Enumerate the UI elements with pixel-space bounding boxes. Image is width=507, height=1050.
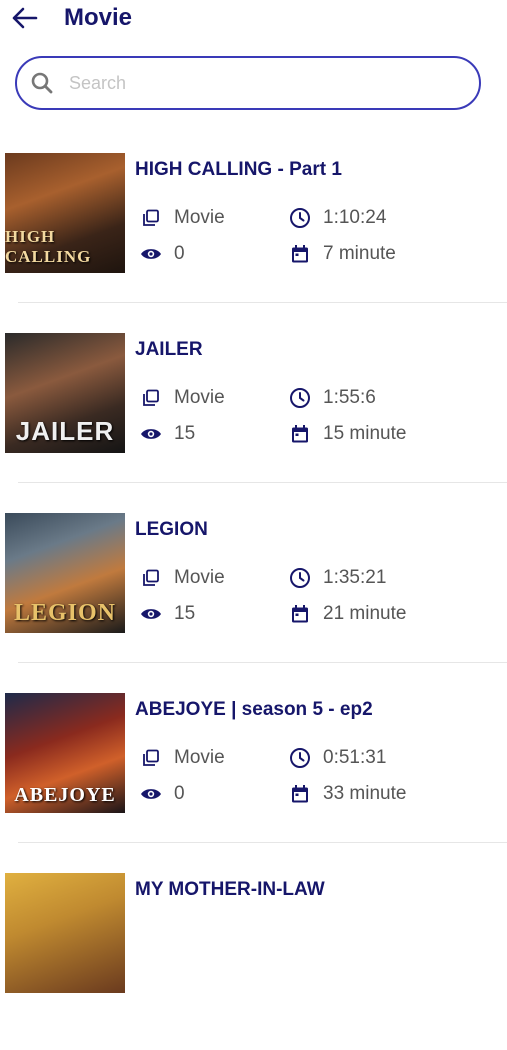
movie-duration: 1:10:24 bbox=[289, 207, 386, 229]
list-item[interactable]: HIGH CALLING HIGH CALLING - Part 1 Movie… bbox=[0, 150, 507, 330]
movie-duration: 1:35:21 bbox=[289, 567, 386, 589]
clock-icon bbox=[289, 207, 311, 229]
movie-date-label: 7 minute bbox=[323, 243, 396, 264]
poster-title: LEGION bbox=[13, 600, 117, 626]
arrow-left-icon bbox=[12, 7, 38, 29]
movie-poster: ABEJOYE bbox=[5, 693, 125, 813]
library-icon bbox=[140, 567, 162, 589]
search-icon bbox=[29, 70, 55, 96]
movie-title: HIGH CALLING - Part 1 bbox=[135, 159, 342, 180]
calendar-icon bbox=[289, 243, 311, 265]
divider bbox=[18, 302, 507, 303]
eye-icon bbox=[140, 603, 162, 625]
movie-views-label: 0 bbox=[174, 783, 185, 804]
movie-type: Movie bbox=[140, 207, 225, 229]
movie-duration-label: 0:51:31 bbox=[323, 747, 387, 768]
movie-type: Movie bbox=[140, 387, 225, 409]
movie-date-label: 33 minute bbox=[323, 783, 407, 804]
movie-poster: HIGH CALLING bbox=[5, 153, 125, 273]
search-bar[interactable] bbox=[15, 56, 481, 110]
movie-title: JAILER bbox=[135, 339, 203, 360]
movie-list: HIGH CALLING HIGH CALLING - Part 1 Movie… bbox=[0, 150, 507, 1050]
movie-type-label: Movie bbox=[174, 747, 225, 768]
movie-poster: JAILER bbox=[5, 333, 125, 453]
movie-type: Movie bbox=[140, 747, 225, 769]
movie-type: Movie bbox=[140, 567, 225, 589]
clock-icon bbox=[289, 387, 311, 409]
movie-views-label: 15 bbox=[174, 423, 196, 444]
movie-date: 33 minute bbox=[289, 783, 406, 805]
movie-duration: 0:51:31 bbox=[289, 747, 386, 769]
movie-poster: LEGION bbox=[5, 513, 125, 633]
movie-duration-label: 1:55:6 bbox=[323, 387, 376, 408]
eye-icon bbox=[140, 783, 162, 805]
movie-duration-label: 1:10:24 bbox=[323, 207, 387, 228]
divider bbox=[18, 662, 507, 663]
movie-views-label: 15 bbox=[174, 603, 196, 624]
movie-date: 21 minute bbox=[289, 603, 406, 625]
list-item[interactable]: LEGION LEGION Movie 1:35:21 15 21 minute bbox=[0, 510, 507, 690]
library-icon bbox=[140, 747, 162, 769]
movie-views: 0 bbox=[140, 243, 185, 265]
movie-duration: 1:55:6 bbox=[289, 387, 376, 409]
eye-icon bbox=[140, 243, 162, 265]
divider bbox=[18, 842, 507, 843]
movie-poster bbox=[5, 873, 125, 993]
calendar-icon bbox=[289, 423, 311, 445]
page-title: Movie bbox=[64, 4, 133, 31]
movie-title: LEGION bbox=[135, 519, 208, 540]
movie-views-label: 0 bbox=[174, 243, 185, 264]
list-item[interactable]: MY MOTHER-IN-LAW bbox=[0, 870, 507, 1050]
library-icon bbox=[140, 207, 162, 229]
movie-date-label: 21 minute bbox=[323, 603, 407, 624]
calendar-icon bbox=[289, 603, 311, 625]
movie-date: 7 minute bbox=[289, 243, 396, 265]
movie-title: ABEJOYE | season 5 - ep2 bbox=[135, 699, 373, 720]
movie-views: 15 bbox=[140, 423, 195, 445]
list-item[interactable]: JAILER JAILER Movie 1:55:6 15 15 minute bbox=[0, 330, 507, 510]
poster-title: JAILER bbox=[15, 416, 115, 446]
library-icon bbox=[140, 387, 162, 409]
movie-type-label: Movie bbox=[174, 207, 225, 228]
back-button[interactable] bbox=[8, 4, 40, 32]
movie-type-label: Movie bbox=[174, 387, 225, 408]
movie-views: 15 bbox=[140, 603, 195, 625]
movie-date: 15 minute bbox=[289, 423, 406, 445]
app-header: Movie bbox=[0, 0, 507, 40]
calendar-icon bbox=[289, 783, 311, 805]
clock-icon bbox=[289, 747, 311, 769]
eye-icon bbox=[140, 423, 162, 445]
list-item[interactable]: ABEJOYE ABEJOYE | season 5 - ep2 Movie 0… bbox=[0, 690, 507, 870]
divider bbox=[18, 482, 507, 483]
poster-title: ABEJOYE bbox=[14, 784, 116, 806]
search-input[interactable] bbox=[67, 71, 451, 95]
clock-icon bbox=[289, 567, 311, 589]
movie-title: MY MOTHER-IN-LAW bbox=[135, 879, 325, 900]
movie-type-label: Movie bbox=[174, 567, 225, 588]
movie-duration-label: 1:35:21 bbox=[323, 567, 387, 588]
poster-title: HIGH CALLING bbox=[5, 227, 92, 266]
movie-views: 0 bbox=[140, 783, 185, 805]
movie-date-label: 15 minute bbox=[323, 423, 407, 444]
